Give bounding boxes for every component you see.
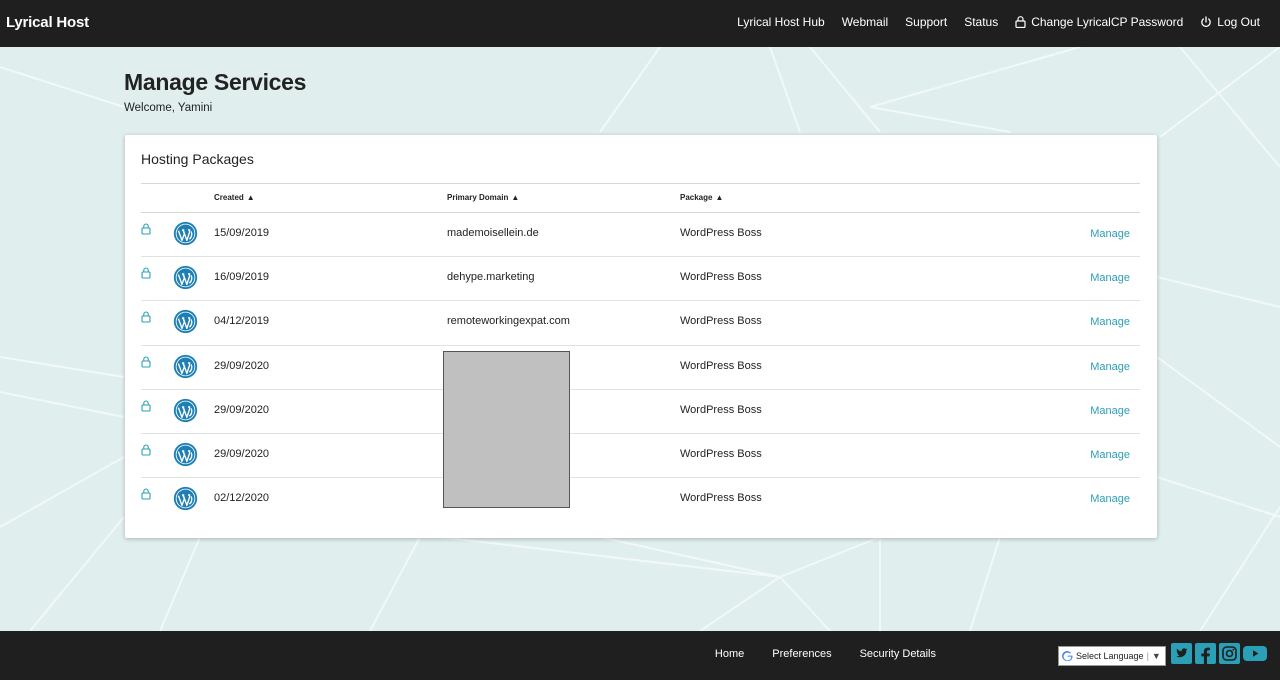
manage-link[interactable]: Manage xyxy=(1090,361,1130,373)
top-navbar: Lyrical Host Lyrical Host Hub Webmail Su… xyxy=(0,0,1280,47)
manage-link[interactable]: Manage xyxy=(1090,449,1130,461)
footer: Home Preferences Security Details Select… xyxy=(0,631,1280,680)
nav-logout-link[interactable]: Log Out xyxy=(1200,15,1260,29)
redacted-area xyxy=(443,351,570,508)
table-row: 16/09/2019 dehype.marketing WordPress Bo… xyxy=(141,257,1140,302)
lock-icon[interactable] xyxy=(141,444,151,456)
twitter-icon[interactable] xyxy=(1171,643,1192,669)
column-header-created[interactable]: Created ▲ xyxy=(214,193,255,202)
primary-domain: mademoisellein.de xyxy=(447,227,539,239)
hosting-packages-table: Created ▲ Primary Domain ▲ Package ▲ 15/… xyxy=(141,183,1140,522)
table-row: 15/09/2019 mademoisellein.de WordPress B… xyxy=(141,213,1140,258)
lock-icon xyxy=(1015,16,1026,28)
lock-icon[interactable] xyxy=(141,400,151,412)
table-header: Created ▲ Primary Domain ▲ Package ▲ xyxy=(141,183,1140,213)
table-row: 29/09/2020 WordPress Boss Manage xyxy=(141,346,1140,390)
nav-status-link[interactable]: Status xyxy=(964,15,998,29)
manage-link[interactable]: Manage xyxy=(1090,316,1130,328)
sort-up-icon: ▲ xyxy=(715,193,724,202)
language-select-label: Select Language xyxy=(1076,651,1144,661)
welcome-message: Welcome, Yamini xyxy=(124,102,213,114)
package-name: WordPress Boss xyxy=(680,359,762,372)
package-name: WordPress Boss xyxy=(680,315,762,328)
lock-icon[interactable] xyxy=(141,311,151,323)
wordpress-icon xyxy=(173,442,198,467)
nav-webmail-link[interactable]: Webmail xyxy=(842,15,888,29)
lock-icon[interactable] xyxy=(141,267,151,279)
created-date: 04/12/2019 xyxy=(214,315,270,328)
youtube-icon[interactable] xyxy=(1243,643,1267,669)
created-date: 16/09/2019 xyxy=(214,271,270,284)
logout-label: Log Out xyxy=(1217,15,1260,29)
footer-links: Home Preferences Security Details xyxy=(715,648,936,660)
sort-up-icon: ▲ xyxy=(511,193,520,202)
column-header-domain[interactable]: Primary Domain ▲ xyxy=(447,193,519,202)
lock-icon[interactable] xyxy=(141,223,151,235)
created-date: 15/09/2019 xyxy=(214,227,270,239)
column-domain-label: Primary Domain xyxy=(447,193,509,202)
nav-change-password-link[interactable]: Change LyricalCP Password xyxy=(1015,15,1183,29)
wordpress-icon xyxy=(173,266,198,290)
primary-domain: dehype.marketing xyxy=(447,271,535,284)
column-header-package[interactable]: Package ▲ xyxy=(680,193,723,202)
wordpress-icon xyxy=(173,486,198,511)
wordpress-icon xyxy=(173,354,198,378)
nav-support-link[interactable]: Support xyxy=(905,15,947,29)
power-icon xyxy=(1201,16,1212,27)
sort-up-icon: ▲ xyxy=(246,193,255,202)
table-row: 29/09/2020 WordPress Boss Manage xyxy=(141,434,1140,479)
package-name: WordPress Boss xyxy=(680,403,762,416)
footer-security-link[interactable]: Security Details xyxy=(860,648,936,660)
created-date: 29/09/2020 xyxy=(214,403,270,416)
lock-icon[interactable] xyxy=(141,356,151,368)
created-date: 02/12/2020 xyxy=(214,492,270,505)
hosting-packages-card: Hosting Packages Created ▲ Primary Domai… xyxy=(125,135,1157,538)
created-date: 29/09/2020 xyxy=(214,359,270,372)
language-select[interactable]: Select Language | ▼ xyxy=(1058,646,1166,666)
table-body: 15/09/2019 mademoisellein.de WordPress B… xyxy=(141,213,1140,522)
lock-icon[interactable] xyxy=(141,488,151,500)
manage-link[interactable]: Manage xyxy=(1090,272,1130,284)
column-package-label: Package xyxy=(680,193,713,202)
created-date: 29/09/2020 xyxy=(214,447,270,460)
table-row: 29/09/2020 WordPress Boss Manage xyxy=(141,390,1140,434)
brand-logo[interactable]: Lyrical Host xyxy=(6,14,89,31)
package-name: WordPress Boss xyxy=(680,492,762,505)
package-name: WordPress Boss xyxy=(680,227,762,239)
package-name: WordPress Boss xyxy=(680,447,762,460)
card-title: Hosting Packages xyxy=(141,151,254,167)
manage-link[interactable]: Manage xyxy=(1090,493,1130,505)
table-row: 02/12/2020 WordPress Boss Manage xyxy=(141,478,1140,522)
social-links xyxy=(1171,643,1267,669)
package-name: WordPress Boss xyxy=(680,271,762,284)
dropdown-arrow-icon: ▼ xyxy=(1151,651,1161,661)
wordpress-icon xyxy=(173,310,198,334)
footer-home-link[interactable]: Home xyxy=(715,648,744,660)
page-title: Manage Services xyxy=(124,69,307,95)
manage-link[interactable]: Manage xyxy=(1090,405,1130,417)
footer-preferences-link[interactable]: Preferences xyxy=(772,648,831,660)
facebook-icon[interactable] xyxy=(1195,643,1216,669)
google-icon xyxy=(1062,650,1073,661)
instagram-icon[interactable] xyxy=(1219,643,1240,669)
nav-hub-link[interactable]: Lyrical Host Hub xyxy=(737,15,825,29)
main-nav: Lyrical Host Hub Webmail Support Status … xyxy=(737,15,1260,29)
manage-link[interactable]: Manage xyxy=(1090,228,1130,240)
table-row: 04/12/2019 remoteworkingexpat.com WordPr… xyxy=(141,301,1140,346)
separator: | xyxy=(1146,651,1149,661)
primary-domain: remoteworkingexpat.com xyxy=(447,315,570,328)
wordpress-icon xyxy=(173,221,198,246)
column-created-label: Created xyxy=(214,193,244,202)
change-password-label: Change LyricalCP Password xyxy=(1031,15,1184,29)
wordpress-icon xyxy=(173,398,198,422)
